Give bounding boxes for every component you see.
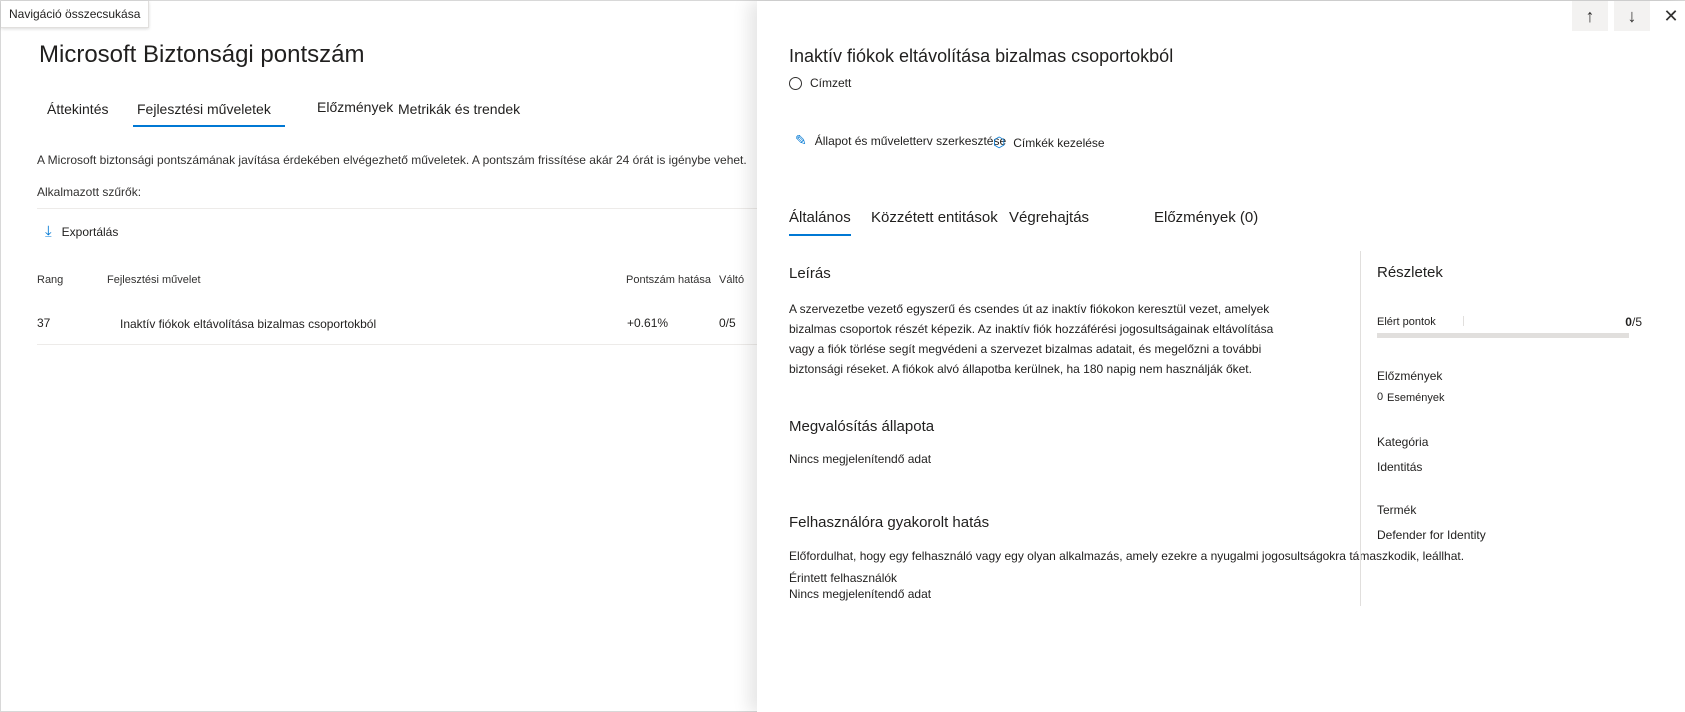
tab-overview[interactable]: Áttekintés: [47, 101, 108, 125]
description-title: Leírás: [789, 265, 831, 282]
tab-implementation[interactable]: Végrehajtás: [1009, 209, 1089, 234]
arrow-up-icon: ↑: [1585, 5, 1595, 26]
divider: [37, 208, 757, 209]
affected-users-value: Nincs megjelenítendő adat: [789, 587, 932, 601]
action-cell[interactable]: Inaktív fiókok eltávolítása bizalmas cso…: [120, 317, 376, 331]
tab-exposed-entities[interactable]: Közzétett entitások: [871, 209, 998, 234]
points-divider: [1463, 316, 1464, 326]
tab-general[interactable]: Általános: [789, 209, 851, 236]
user-impact-text: Előfordulhat, hogy egy felhasználó vagy …: [789, 549, 1465, 563]
radio-icon[interactable]: [789, 76, 802, 90]
close-button[interactable]: ✕: [1656, 1, 1685, 31]
history-label: Előzmények: [1377, 369, 1443, 383]
manage-tags-button[interactable]: ⬡ Címkék kezelése: [993, 134, 1105, 151]
points-achieved-label: Elért pontok: [1377, 316, 1436, 328]
collapse-navigation-link[interactable]: Navigáció összecsukása: [1, 1, 150, 28]
tab-history[interactable]: Előzmények: [317, 99, 393, 123]
rank-cell: 37: [37, 316, 51, 330]
manage-tags-label: Címkék kezelése: [1013, 135, 1105, 150]
column-header-points[interactable]: Váltó: [719, 274, 744, 286]
implementation-status-title: Megvalósítás állapota: [789, 418, 935, 435]
column-header-action[interactable]: Fejlesztési művelet: [107, 274, 201, 286]
column-header-rank[interactable]: Rang: [37, 274, 63, 286]
category-label: Kategória: [1377, 435, 1429, 449]
history-count: 0: [1377, 391, 1384, 403]
intro-text: A Microsoft biztonsági pontszámának javí…: [37, 153, 747, 167]
product-value: Defender for Identity: [1377, 528, 1486, 542]
tab-metrics-trends[interactable]: Metrikák és trendek: [398, 101, 520, 125]
previous-item-button[interactable]: ↑: [1572, 1, 1608, 31]
tag-icon: ⬡: [993, 134, 1006, 150]
panel-title: Inaktív fiókok eltávolítása bizalmas cso…: [789, 46, 1174, 66]
points-value: 0: [1625, 315, 1632, 329]
export-label: Exportálás: [61, 224, 119, 239]
export-button[interactable]: ⤓ Exportálás: [45, 224, 118, 239]
user-impact-title: Felhasználóra gyakorolt hatás: [789, 514, 990, 531]
arrow-down-icon: ↓: [1627, 5, 1637, 26]
points-cell: 0/5: [719, 316, 736, 330]
app-frame: Navigáció összecsukása Microsoft Biztons…: [0, 0, 1685, 712]
points-achieved-value: 0/5: [1625, 315, 1642, 329]
implementation-status-value: Nincs megjelenítendő adat: [789, 452, 932, 466]
close-icon: ✕: [1663, 5, 1679, 26]
pencil-icon: ✎: [795, 132, 807, 148]
panel-navigation: ↑ ↓ ✕: [1572, 1, 1685, 31]
assignee-option[interactable]: Címzett: [789, 76, 851, 90]
page-title: Microsoft Biztonsági pontszám: [39, 41, 365, 68]
table-row[interactable]: 37 Inaktív fiókok eltávolítása bizalmas …: [37, 301, 757, 345]
detail-panel: ↑ ↓ ✕ Inaktív fiókok eltávolítása bizalm…: [757, 1, 1685, 712]
download-icon: ⤓: [45, 223, 52, 240]
edit-status-button[interactable]: ✎ Állapot és műveletterv szerkesztése: [795, 132, 1006, 149]
assignee-label: Címzett: [810, 76, 852, 90]
column-header-score-impact[interactable]: Pontszám hatása: [626, 274, 711, 286]
history-events-link[interactable]: Események: [1387, 392, 1444, 404]
impact-cell: +0.61%: [627, 316, 669, 330]
divider: [1360, 251, 1361, 606]
tab-improvement-actions[interactable]: Fejlesztési műveletek: [133, 101, 285, 127]
category-value: Identitás: [1377, 460, 1423, 474]
points-progress-bar: [1377, 333, 1629, 338]
description-text: A szervezetbe vezető egyszerű és csendes…: [789, 302, 1274, 376]
details-title: Részletek: [1377, 264, 1443, 281]
product-label: Termék: [1377, 503, 1417, 517]
points-max: /5: [1631, 315, 1642, 329]
next-item-button[interactable]: ↓: [1614, 1, 1650, 31]
tab-panel-history[interactable]: Előzmények (0): [1154, 209, 1258, 234]
applied-filters-label: Alkalmazott szűrők:: [37, 185, 142, 199]
edit-status-label: Állapot és műveletterv szerkesztése: [814, 133, 1007, 148]
